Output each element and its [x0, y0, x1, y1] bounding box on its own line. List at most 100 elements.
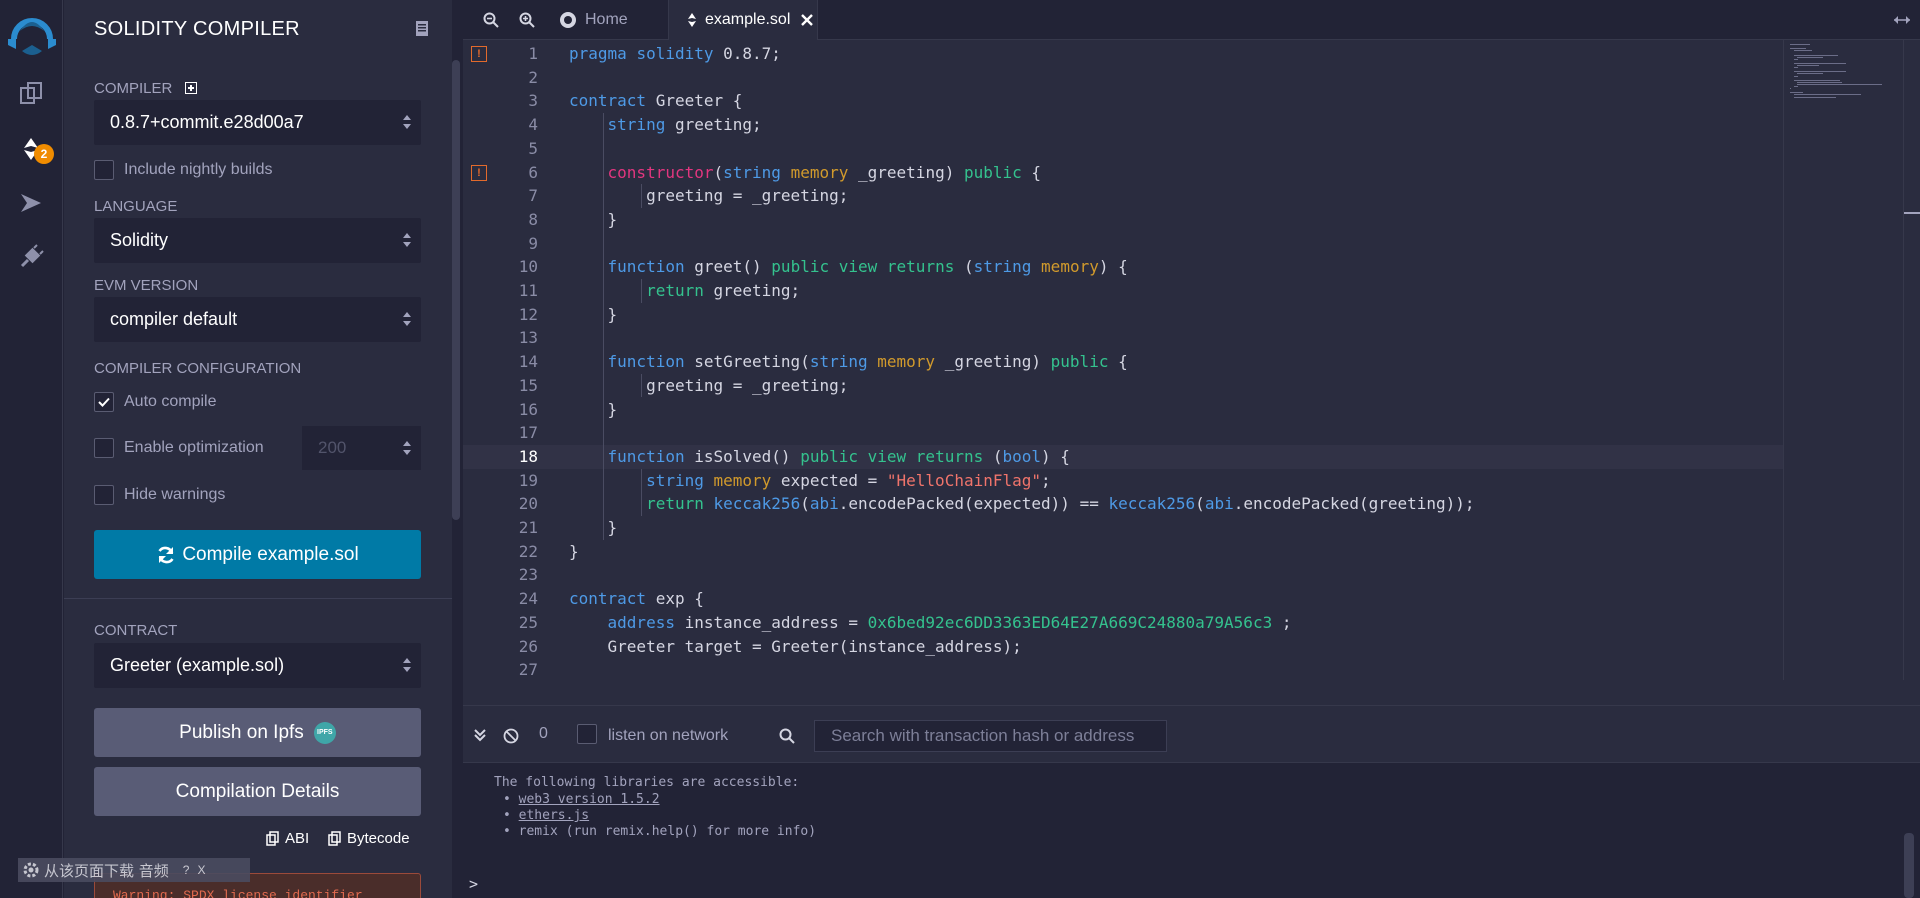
code-line[interactable]: 23 — [463, 563, 1783, 587]
code-line[interactable]: 8 } — [463, 208, 1783, 232]
code-text: Greeter target = Greeter(instance_addres… — [569, 636, 1022, 656]
compiler-label-text: COMPILER — [94, 80, 173, 97]
add-compiler-icon[interactable] — [184, 82, 197, 94]
nightly-builds-row[interactable]: Include nightly builds — [94, 160, 273, 180]
copy-bytecode-button[interactable]: Bytecode — [328, 830, 410, 847]
remix-logo-icon[interactable] — [6, 8, 58, 60]
contract-select[interactable]: Greeter (example.sol) — [94, 643, 421, 688]
code-line[interactable]: ! 6 constructor(string memory _greeting) … — [463, 161, 1783, 185]
download-overlay-text[interactable]: 从该页面下载 音频 — [44, 860, 169, 881]
code-line[interactable]: 21 } — [463, 516, 1783, 540]
code-line[interactable]: 17 — [463, 421, 1783, 445]
minimap-line — [1790, 48, 1807, 50]
overlay-help-button[interactable]: ? — [183, 863, 190, 877]
code-line[interactable]: 22} — [463, 540, 1783, 564]
code-minimap[interactable] — [1783, 40, 1903, 680]
gear-icon[interactable] — [22, 861, 40, 879]
code-editor[interactable]: ! 1 pragma solidity 0.8.7; 2 3 contract Greet… — [463, 40, 1783, 680]
optimization-checkbox[interactable] — [94, 438, 114, 458]
compile-button[interactable]: Compile example.sol — [94, 530, 421, 579]
terminal-search-input[interactable]: Search with transaction hash or address — [814, 720, 1167, 752]
code-line[interactable]: 16 } — [463, 398, 1783, 422]
code-line[interactable]: 15 greeting = _greeting; — [463, 374, 1783, 398]
code-line[interactable]: 10 function greet() public view returns … — [463, 255, 1783, 279]
minimap-line — [1797, 73, 1824, 75]
download-overlay-toolbar[interactable]: 从该页面下载 音频 ? X — [18, 858, 250, 882]
code-text: constructor(string memory _greeting) pub… — [607, 162, 1042, 182]
expand-panel-icon[interactable] — [1893, 0, 1911, 40]
deploy-run-icon[interactable] — [14, 186, 48, 220]
code-line[interactable]: 24 contract exp { — [463, 587, 1783, 611]
terminal-output[interactable]: The following libraries are accessible: … — [463, 763, 1920, 898]
overlay-close-button[interactable]: X — [197, 863, 205, 877]
language-select[interactable]: Solidity — [94, 218, 421, 263]
tab-home[interactable]: Home — [559, 0, 669, 40]
terminal-lib-item: • ethers.js — [503, 808, 590, 823]
minimap-line — [1790, 44, 1810, 45]
editor-scrollbar[interactable] — [1903, 40, 1920, 680]
solidity-compiler-icon[interactable]: 2 — [14, 132, 54, 166]
compiler-label: COMPILER — [94, 80, 197, 97]
minimap-line — [1797, 81, 1843, 83]
web3-link[interactable]: web3 version 1.5.2 — [519, 792, 660, 807]
line-number: 19 — [518, 470, 538, 490]
listen-network-checkbox[interactable] — [577, 724, 597, 744]
zoom-in-icon[interactable] — [519, 0, 535, 40]
minimap-line — [1797, 65, 1819, 66]
search-icon — [779, 728, 795, 744]
minimap-line — [1797, 83, 1882, 85]
warning-marker-icon[interactable]: ! — [471, 46, 487, 62]
copy-abi-button[interactable]: ABI — [266, 830, 309, 847]
auto-compile-row[interactable]: Auto compile — [94, 392, 217, 412]
code-line[interactable]: 20 return keccak256(abi.encodePacked(exp… — [463, 492, 1783, 516]
code-line[interactable]: 26 Greeter target = Greeter(instance_add… — [463, 635, 1783, 659]
nightly-builds-checkbox[interactable] — [94, 160, 114, 180]
documentation-icon[interactable] — [415, 20, 429, 42]
panel-scrollbar[interactable] — [452, 60, 460, 520]
file-explorer-icon[interactable] — [14, 76, 48, 110]
tab-example-sol-label: example.sol — [705, 11, 791, 28]
solidity-file-icon — [687, 13, 697, 27]
compiler-version-select[interactable]: 0.8.7+commit.e28d00a7 — [94, 100, 421, 145]
optimization-runs-input[interactable]: 200 — [302, 426, 421, 470]
line-number: 6 — [528, 162, 538, 182]
optimization-row[interactable]: Enable optimization — [94, 438, 264, 458]
panel-title: SOLIDITY COMPILER — [94, 18, 300, 40]
code-line[interactable]: ! 1 pragma solidity 0.8.7; — [463, 42, 1783, 66]
plugin-manager-icon[interactable] — [14, 240, 48, 274]
code-line[interactable]: 25 address instance_address = 0x6bed92ec… — [463, 611, 1783, 635]
code-line[interactable]: 11 return greeting; — [463, 279, 1783, 303]
code-line[interactable]: 7 greeting = _greeting; — [463, 184, 1783, 208]
auto-compile-checkbox[interactable] — [94, 392, 114, 412]
code-line[interactable]: 5 — [463, 137, 1783, 161]
ethers-link[interactable]: ethers.js — [519, 808, 589, 823]
code-line[interactable]: 9 — [463, 232, 1783, 256]
evm-version-select[interactable]: compiler default — [94, 297, 421, 342]
code-line[interactable]: 12 } — [463, 303, 1783, 327]
close-tab-icon[interactable] — [800, 13, 814, 27]
abi-label: ABI — [285, 830, 310, 847]
collapse-terminal-icon[interactable] — [473, 728, 487, 742]
terminal-prompt[interactable]: > — [469, 875, 478, 893]
code-line[interactable]: 18 function isSolved() public view retur… — [463, 444, 1783, 469]
clear-console-icon[interactable] — [503, 728, 519, 744]
zoom-out-icon[interactable] — [483, 0, 499, 40]
publish-ipfs-button[interactable]: Publish on Ipfs IPFS — [94, 708, 421, 757]
code-line[interactable]: 2 — [463, 66, 1783, 90]
tab-example-sol[interactable]: example.sol — [668, 0, 818, 40]
code-line[interactable]: 3 contract Greeter { — [463, 89, 1783, 113]
select-arrows-icon — [403, 311, 411, 332]
code-line[interactable]: 19 string memory expected = "HelloChainF… — [463, 469, 1783, 493]
hide-warnings-row[interactable]: Hide warnings — [94, 485, 225, 505]
compilation-details-button[interactable]: Compilation Details — [94, 767, 421, 816]
warning-marker-icon[interactable]: ! — [471, 164, 487, 181]
terminal-scrollbar[interactable] — [1904, 833, 1914, 898]
minimap-line — [1793, 50, 1812, 52]
hide-warnings-checkbox[interactable] — [94, 485, 114, 505]
code-line[interactable]: 14 function setGreeting(string memory _g… — [463, 350, 1783, 374]
code-line[interactable]: 27 — [463, 658, 1783, 680]
code-line[interactable]: 13 — [463, 326, 1783, 350]
line-number: 20 — [518, 494, 538, 514]
line-number: 23 — [518, 565, 538, 585]
code-line[interactable]: 4 string greeting; — [463, 113, 1783, 137]
